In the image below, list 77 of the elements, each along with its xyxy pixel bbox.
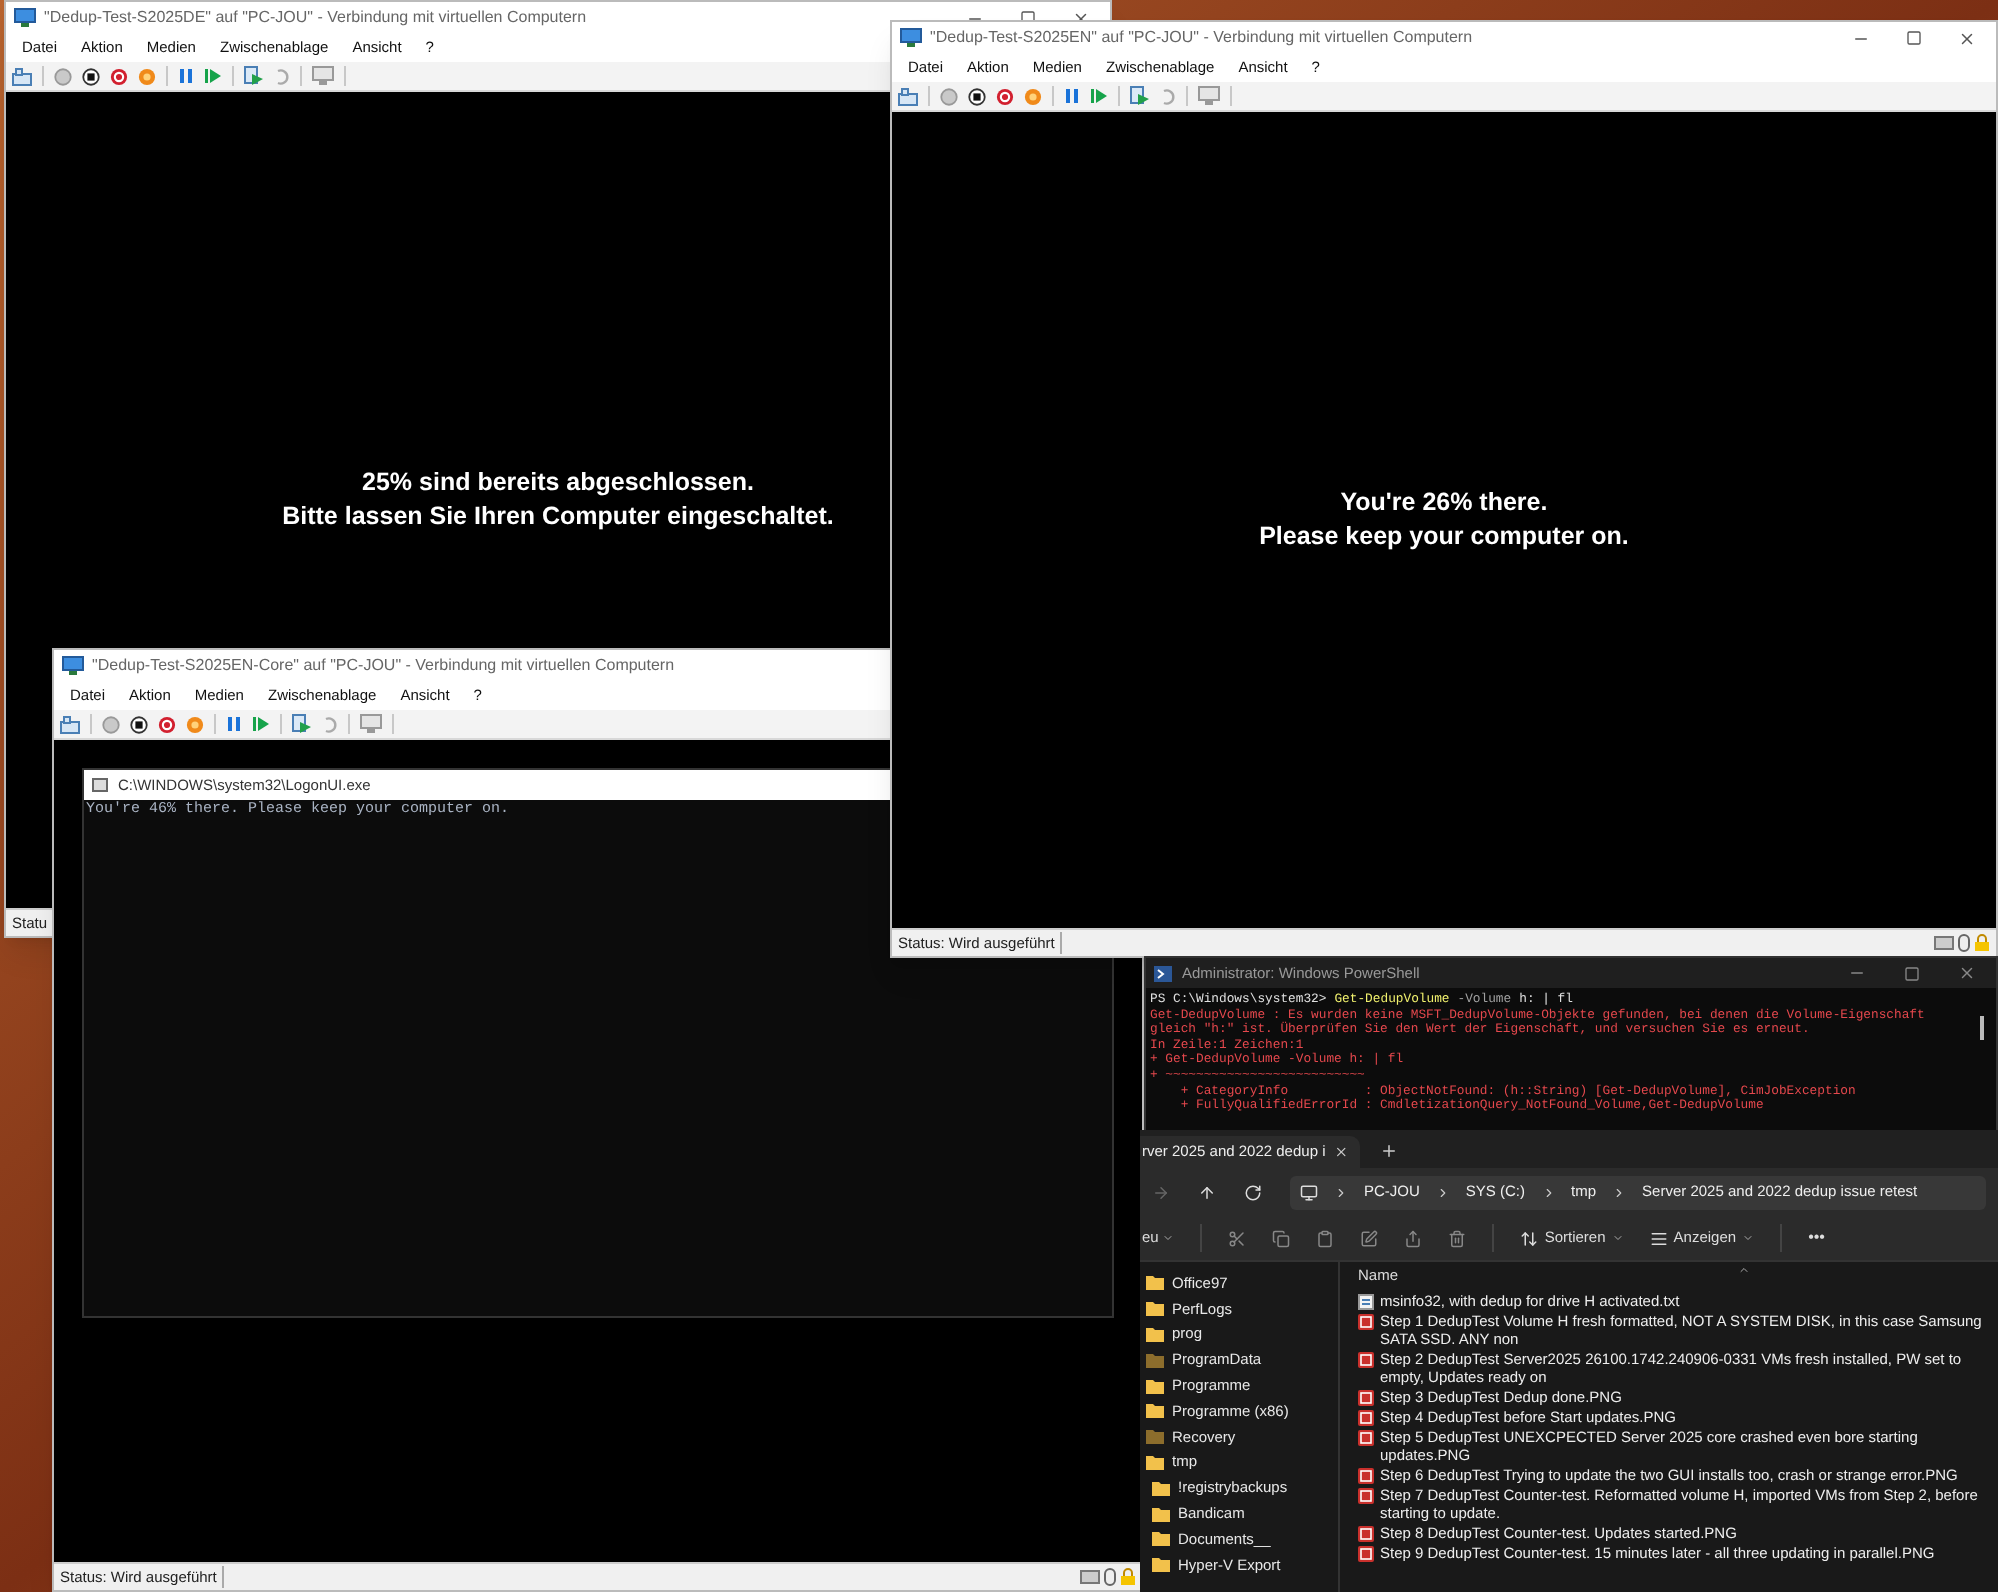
ctrl-alt-del-icon[interactable] [60, 715, 80, 733]
computer-icon [1300, 1183, 1318, 1201]
revert-icon[interactable] [1160, 87, 1176, 105]
monitor-icon[interactable] [312, 66, 334, 86]
maximize-icon[interactable] [1904, 965, 1920, 981]
keyboard-icon [1080, 1570, 1100, 1584]
pause-icon[interactable] [178, 68, 194, 84]
revert-icon[interactable] [274, 67, 290, 85]
ctrl-alt-del-icon[interactable] [12, 67, 32, 85]
caret-icon [1162, 1232, 1175, 1244]
lock-icon [1120, 1568, 1136, 1586]
revert-icon[interactable] [322, 715, 338, 733]
vm-connect-icon [900, 28, 922, 48]
checkpoint-icon[interactable] [292, 714, 312, 734]
window-title: "Dedup-Test-S2025EN-Core" auf "PC-JOU" - Verbindung mit virtuellen Computern [92, 654, 677, 678]
up-icon[interactable] [1198, 1183, 1216, 1201]
resume-icon[interactable] [252, 716, 270, 732]
monitor-icon[interactable] [1198, 86, 1220, 106]
caret-icon [1742, 1232, 1755, 1244]
monitor-icon[interactable] [360, 714, 382, 734]
resume-icon[interactable] [1090, 88, 1108, 104]
lock-icon [1974, 934, 1990, 952]
vm-connect-icon [62, 656, 84, 676]
console-icon [92, 778, 108, 792]
cut-icon[interactable] [1228, 1229, 1247, 1247]
stop-icon[interactable] [82, 67, 100, 85]
progress-message: Bitte lassen Sie Ihren Computer eingeschaltet. [282, 500, 834, 534]
stop-icon[interactable] [968, 87, 986, 105]
checkpoint-icon[interactable] [244, 66, 264, 86]
scrollbar-thumb[interactable] [1980, 1016, 1984, 1040]
start-icon[interactable] [54, 67, 72, 85]
image-file-icon [1358, 1313, 1374, 1329]
delete-icon[interactable] [1448, 1229, 1467, 1247]
chevron-icon [1435, 1185, 1450, 1199]
shutdown-icon[interactable] [110, 67, 128, 85]
text-file-icon [1358, 1293, 1374, 1309]
save-icon[interactable] [186, 715, 204, 733]
more-button[interactable]: ••• [1808, 1226, 1825, 1250]
vm-connect-icon [14, 8, 36, 28]
shutdown-icon[interactable] [158, 715, 176, 733]
forward-icon[interactable] [1152, 1183, 1170, 1201]
copy-icon[interactable] [1272, 1229, 1291, 1247]
window-title: "Dedup-Test-S2025DE" auf "PC-JOU" - Verbindung mit virtuellen Computern [44, 6, 589, 30]
share-icon[interactable] [1404, 1229, 1423, 1247]
maximize-icon[interactable] [1906, 30, 1922, 46]
keyboard-icon [1934, 936, 1954, 950]
image-file-icon [1358, 1351, 1374, 1367]
start-icon[interactable] [940, 87, 958, 105]
close-icon[interactable] [1958, 964, 1976, 982]
view-icon [1649, 1229, 1668, 1247]
save-icon[interactable] [1024, 87, 1042, 105]
resume-icon[interactable] [204, 68, 222, 84]
progress-message: You're 26% there. [1340, 486, 1548, 520]
progress-message: Please keep your computer on. [1259, 520, 1629, 554]
refresh-icon[interactable] [1244, 1183, 1262, 1201]
shutdown-icon[interactable] [996, 87, 1014, 105]
new-tab-icon[interactable] [1380, 1142, 1398, 1160]
rename-icon[interactable] [1360, 1229, 1379, 1247]
chevron-icon [1334, 1185, 1348, 1199]
close-icon[interactable] [1958, 29, 1976, 47]
stop-icon[interactable] [130, 715, 148, 733]
sort-caret-icon [1738, 1264, 1750, 1276]
paste-icon[interactable] [1316, 1229, 1335, 1247]
chevron-icon [1612, 1185, 1627, 1199]
window-title: "Dedup-Test-S2025EN" auf "PC-JOU" - Verbindung mit virtuellen Computern [930, 26, 1475, 50]
pause-icon[interactable] [226, 716, 242, 732]
progress-message: 25% sind bereits abgeschlossen. [362, 466, 754, 500]
caret-icon [1611, 1232, 1624, 1244]
sort-icon [1520, 1229, 1539, 1247]
powershell-icon [1154, 965, 1172, 981]
ctrl-alt-del-icon[interactable] [898, 87, 918, 105]
start-icon[interactable] [102, 715, 120, 733]
close-tab-icon[interactable] [1333, 1144, 1348, 1160]
save-icon[interactable] [138, 67, 156, 85]
checkpoint-icon[interactable] [1130, 86, 1150, 106]
pause-icon[interactable] [1064, 88, 1080, 104]
chevron-icon [1541, 1185, 1556, 1199]
